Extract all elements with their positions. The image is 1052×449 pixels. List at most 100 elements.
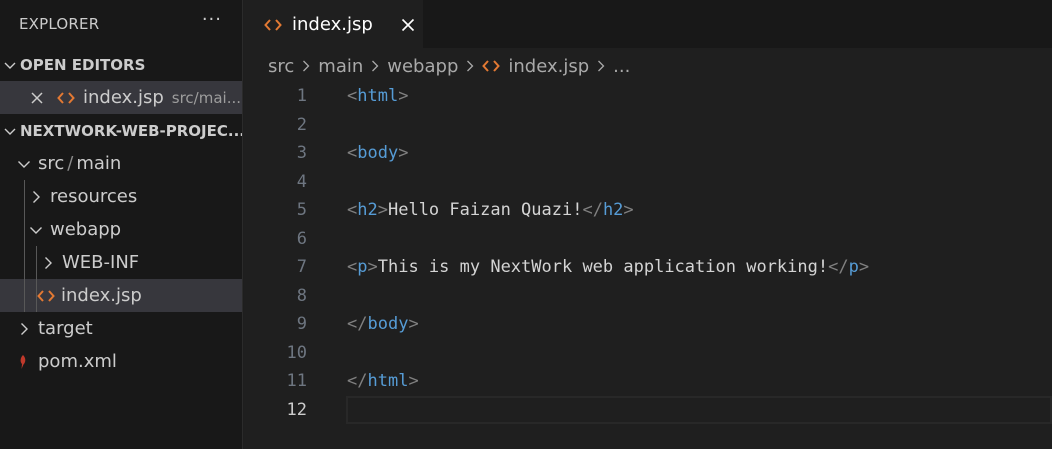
open-editors-title: OPEN EDITORS [20,55,146,74]
tree-item-resources[interactable]: resources [0,180,242,213]
line-number: 6 [296,228,307,249]
tree-item-label: target [38,318,93,339]
indent-guide [36,246,37,279]
code-line[interactable]: 10 [244,339,1052,368]
jsp-file-icon [482,58,501,74]
code-line[interactable]: 12 [244,395,1052,425]
tag-name: h2 [602,200,624,221]
chevron-right-icon [16,321,32,337]
tree-item-target[interactable]: target [0,312,242,345]
jsp-file-icon [37,288,55,304]
close-icon[interactable] [29,90,45,106]
open-editor-path: src/mai... [171,88,242,107]
code-line[interactable]: 8 [244,282,1052,311]
tag-name: body [367,314,409,335]
breadcrumb: src main webapp index.jsp ... [244,48,1052,84]
line-number: 10 [286,342,307,363]
breadcrumb-item-webapp[interactable]: webapp [387,56,458,77]
line-number: 2 [296,114,307,135]
tree-item-index-jsp[interactable]: index.jsp [0,279,242,312]
code-line[interactable]: 3 <body> [244,139,1052,168]
code-content: <html> [347,86,408,106]
tag-bracket: < [347,257,358,278]
code-line[interactable]: 1 <html> [244,82,1052,111]
tag-bracket: > [408,371,419,392]
code-line[interactable]: 5 <h2>Hello Faizan Quazi!</h2> [244,196,1052,225]
breadcrumb-item-src[interactable]: src [268,56,294,77]
explorer-header: EXPLORER ··· [0,0,242,48]
line-number: 7 [296,257,307,278]
tag-bracket: </ [347,371,368,392]
breadcrumb-item-symbols[interactable]: ... [613,56,630,77]
code-line[interactable]: 7 <p>This is my NextWork web application … [244,253,1052,282]
tag-bracket: > [858,257,870,278]
explorer-sidebar: EXPLORER ··· OPEN EDITORS index.jsp src/… [0,0,243,449]
indent-guide [24,213,25,246]
maven-icon [16,354,32,370]
open-editor-item[interactable]: index.jsp src/mai... [0,81,242,114]
tag-bracket: < [347,86,358,107]
jsp-file-icon [264,17,282,33]
indent-guide [36,279,37,312]
line-number: 3 [296,143,307,164]
breadcrumb-item-file[interactable]: index.jsp [508,56,589,77]
tag-bracket: > [408,314,419,335]
tree-item-webapp[interactable]: webapp [0,213,242,246]
tag-bracket: > [367,257,378,278]
tab-bar: index.jsp [244,0,1052,48]
tag-name: html [367,371,409,392]
tag-name: html [357,86,399,107]
chevron-right-icon [464,59,476,73]
more-actions-icon[interactable]: ··· [202,11,222,29]
code-line[interactable]: 6 [244,225,1052,254]
tree-item-label: pom.xml [38,351,117,372]
code-line[interactable]: 4 [244,168,1052,197]
code-content: </html> [347,371,419,391]
indent-guide [24,246,25,279]
tag-name: p [357,257,368,278]
line-number: 12 [286,399,307,420]
code-content: <p>This is my NextWork web application w… [347,257,869,277]
close-icon[interactable] [399,16,417,34]
chevron-down-icon [28,222,44,238]
open-editor-label: index.jsp [83,87,164,108]
project-header[interactable]: NEXTWORK-WEB-PROJEC... [0,114,242,147]
tree-item-pom-xml[interactable]: pom.xml [0,345,242,378]
code-content: </body> [347,314,419,334]
code-editor[interactable]: 1 <html> 2 3 <body> 4 5 <h2>Hello Faizan Quazi!… [244,82,1052,424]
tree-item-label: resources [50,186,138,207]
tree-item-web-inf[interactable]: WEB-INF [0,246,242,279]
chevron-right-icon [595,59,607,73]
code-line[interactable]: 2 [244,111,1052,140]
tag-bracket: > [398,86,409,107]
chevron-right-icon [28,189,44,205]
jsp-file-icon [57,90,75,106]
chevron-right-icon [369,59,381,73]
line-number: 9 [296,314,307,335]
tag-bracket: > [398,143,409,164]
open-editors-header[interactable]: OPEN EDITORS [0,48,242,81]
tab-label: index.jsp [292,14,373,35]
tab-index-jsp[interactable]: index.jsp [244,0,423,48]
tree-item-label: webapp [50,219,122,240]
tag-bracket: > [623,200,634,221]
tag-name: p [848,257,859,278]
tag-bracket: </ [347,314,368,335]
code-line[interactable]: 11 </html> [244,367,1052,396]
line-number: 11 [286,371,307,392]
text-content: This is my NextWork web application work… [377,257,829,278]
code-line[interactable]: 9 </body> [244,310,1052,339]
tree-item-src-main[interactable]: src / main [0,147,242,180]
breadcrumb-item-main[interactable]: main [318,56,363,77]
code-content: <body> [347,143,408,163]
tag-name: h2 [357,200,378,221]
code-content: <h2>Hello Faizan Quazi!</h2> [347,200,634,220]
chevron-down-icon [2,123,18,139]
line-number: 4 [296,171,307,192]
text-content: Hello Faizan Quazi! [387,200,583,221]
tree-item-label: index.jsp [61,285,142,306]
chevron-down-icon [16,156,32,172]
tag-bracket: > [377,200,388,221]
tree-item-label: src / main [38,153,122,174]
tag-name: body [357,143,399,164]
